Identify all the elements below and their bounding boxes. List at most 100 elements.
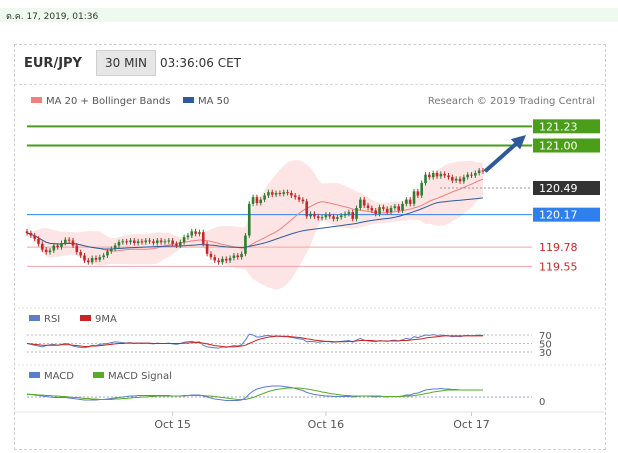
candle-body [313, 213, 316, 217]
candle-body [194, 231, 197, 234]
candle-body [439, 173, 443, 177]
ma50-legend-swatch [183, 97, 194, 103]
candle-body [171, 240, 174, 244]
macd-zero-label: 0 [539, 397, 545, 408]
candle-body [316, 216, 320, 218]
candle-body [163, 241, 167, 243]
candle-body [270, 192, 274, 195]
candle-body [428, 174, 431, 178]
candle-body [140, 241, 144, 243]
candle-body [351, 212, 355, 219]
rsi-legend-label: RSI [44, 314, 60, 325]
x-tick-label: Oct 17 [453, 418, 490, 431]
candle-body [75, 245, 79, 253]
candle-body [52, 245, 56, 251]
candle-body [83, 255, 86, 261]
rsi-legend-swatch [29, 315, 40, 321]
candle-body [152, 241, 155, 243]
candle-body [217, 260, 220, 263]
pivot-tag-label: 120.17 [539, 209, 578, 222]
candle-body [98, 257, 102, 260]
candle-body [355, 208, 358, 219]
level-tags: 121.23 121.00 120.49 120.17 119.78 119.55 [533, 119, 600, 273]
candle-body [451, 177, 454, 181]
candle-body [374, 210, 378, 214]
candle-body [301, 199, 305, 202]
support-label: 119.78 [539, 241, 578, 254]
candle-body [343, 213, 347, 216]
candle-body [274, 193, 278, 195]
candle-body [259, 199, 263, 203]
rsi9-legend-label: 9MA [95, 314, 117, 325]
candle-body [205, 243, 209, 254]
candle-body [382, 207, 385, 209]
candle-body [431, 173, 435, 178]
candle-body [293, 195, 297, 198]
candle-body [167, 240, 171, 242]
candle-body [370, 208, 374, 211]
rsi-level-label: 30 [539, 348, 552, 359]
candle-body [64, 239, 67, 243]
ma20-legend-label: MA 20 + Bollinger Bands [46, 96, 170, 107]
candle-body [339, 215, 343, 218]
macd-line [26, 385, 483, 401]
candle-body [182, 237, 186, 243]
candle-body [412, 191, 416, 204]
candle-body [190, 231, 194, 236]
candle-body [87, 260, 90, 263]
candle-body [136, 241, 140, 243]
candle-body [458, 178, 462, 182]
candle-body [110, 248, 113, 252]
candle-body [255, 197, 259, 203]
candle-body [60, 243, 63, 248]
candle-body [474, 173, 477, 176]
last-tag-label: 120.49 [539, 182, 578, 195]
candle-body [247, 203, 251, 236]
candle-body [33, 235, 36, 239]
candle-body [466, 174, 469, 178]
x-tick-label: Oct 15 [154, 418, 191, 431]
candle-body [90, 258, 94, 263]
candle-body [144, 240, 148, 243]
candle-body [282, 192, 286, 194]
candle-body [221, 258, 224, 263]
candle-body [106, 251, 109, 256]
candle-body [393, 206, 397, 208]
candle-body [309, 213, 312, 217]
candle-body [408, 199, 412, 204]
candle-body [401, 203, 404, 211]
candle-body [244, 235, 247, 254]
candle-body [424, 174, 427, 183]
candle-body [240, 253, 243, 258]
candle-body [263, 195, 266, 200]
price-chart: MA 20 + Bollinger Bands MA 50 Research ©… [14, 96, 604, 431]
candle-body [305, 201, 309, 217]
bollinger-area [27, 160, 483, 290]
candle-body [359, 199, 362, 208]
candle-body [297, 197, 301, 200]
candle-body [378, 207, 381, 214]
candle-body [175, 243, 178, 246]
candle-body [48, 250, 52, 253]
macd-legend-label: MACD [44, 371, 74, 382]
bollinger-band [27, 160, 483, 290]
candle-body [125, 241, 128, 243]
candle-body [336, 217, 339, 219]
candle-body [389, 208, 393, 213]
x-axis: Oct 15 Oct 16 Oct 17 [154, 412, 490, 431]
candle-body [209, 253, 213, 258]
candle-body [41, 243, 44, 250]
candle-body [443, 173, 446, 176]
candle-body [178, 242, 182, 246]
candle-body [79, 252, 82, 256]
x-tick-label: Oct 16 [308, 418, 345, 431]
target-tag-label: 121.00 [539, 140, 578, 153]
candle-body [470, 174, 473, 176]
candle-body [366, 205, 370, 208]
macd-panel: 0 [26, 385, 545, 408]
candle-body [435, 173, 439, 177]
candle-body [324, 214, 328, 218]
candle-body [132, 240, 136, 243]
candle-body [29, 233, 33, 236]
candle-body [121, 241, 125, 243]
